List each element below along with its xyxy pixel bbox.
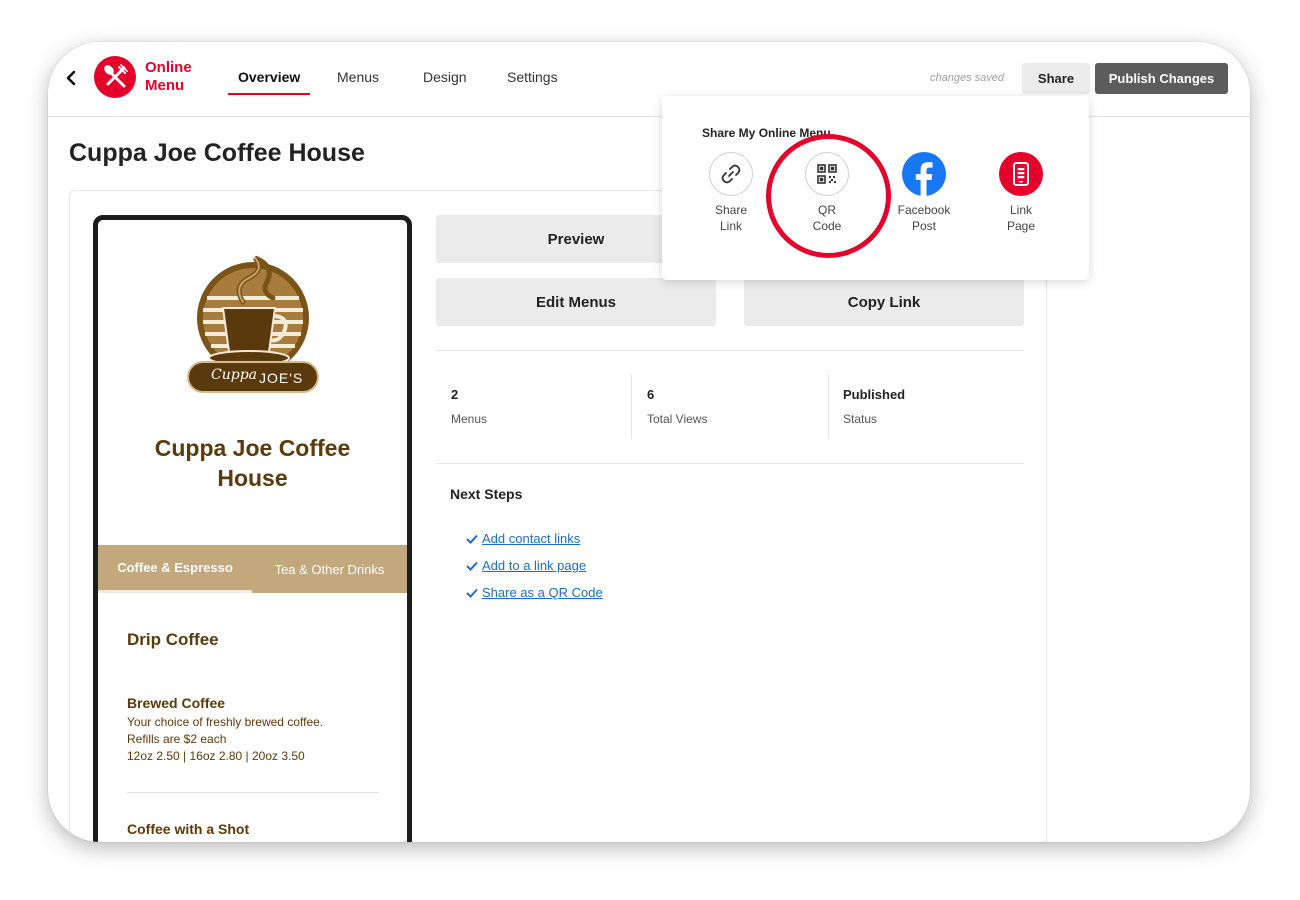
next-steps-title: Next Steps bbox=[450, 486, 523, 502]
link-page-option[interactable]: Link Page bbox=[979, 152, 1063, 234]
menu-item-desc-line: Your choice of freshly brewed coffee. bbox=[127, 715, 324, 729]
menu-section-title: Drip Coffee bbox=[127, 630, 219, 649]
qr-code-icon bbox=[805, 152, 849, 196]
logo-text-joes: JOE'S bbox=[259, 370, 304, 386]
tab-settings[interactable]: Settings bbox=[507, 69, 558, 85]
menu-item-name: Brewed Coffee bbox=[127, 695, 226, 711]
next-step-item: Add contact links bbox=[466, 531, 580, 546]
back-chevron-icon[interactable] bbox=[62, 66, 80, 90]
stat-status-value: Published bbox=[843, 387, 906, 402]
brand-line-1: Online bbox=[145, 59, 192, 76]
add-to-link-page-link[interactable]: Add to a link page bbox=[482, 558, 586, 573]
online-menu-logo-icon bbox=[94, 56, 136, 98]
add-contact-links-link[interactable]: Add contact links bbox=[482, 531, 580, 546]
facebook-icon bbox=[902, 152, 946, 196]
stat-separator bbox=[631, 374, 632, 439]
stat-views-label: Total Views bbox=[647, 412, 708, 426]
share-link-label-1: Share bbox=[714, 203, 748, 217]
section-divider bbox=[436, 463, 1024, 464]
menu-item-divider bbox=[127, 792, 379, 793]
facebook-post-label-1: Facebook bbox=[897, 203, 951, 217]
restaurant-name: Cuppa Joe Coffee House bbox=[154, 435, 351, 491]
share-as-qr-code-link[interactable]: Share as a QR Code bbox=[482, 585, 603, 600]
save-status: changes saved bbox=[930, 72, 1004, 84]
menu-item-prices: 12oz 2.50 | 16oz 2.80 | 20oz 3.50 bbox=[127, 749, 305, 763]
stat-status-label: Status bbox=[843, 412, 878, 426]
active-tab-indicator bbox=[228, 93, 310, 95]
share-button[interactable]: Share bbox=[1022, 63, 1090, 94]
tab-design[interactable]: Design bbox=[423, 69, 467, 85]
page-title: Cuppa Joe Coffee House bbox=[69, 139, 365, 167]
checkmark-icon bbox=[466, 588, 478, 598]
publish-changes-button[interactable]: Publish Changes bbox=[1095, 63, 1228, 94]
link-page-label-1: Link bbox=[1009, 203, 1032, 217]
stat-views-value: 6 bbox=[647, 387, 655, 402]
stat-menus-value: 2 bbox=[451, 387, 459, 402]
stat-separator bbox=[828, 374, 829, 439]
qr-code-label-1: QR bbox=[818, 203, 836, 217]
category-tab-coffee-espresso[interactable]: Coffee & Espresso bbox=[98, 545, 252, 593]
section-divider bbox=[436, 350, 1024, 351]
copy-link-button[interactable]: Copy Link bbox=[744, 278, 1024, 326]
tab-menus[interactable]: Menus bbox=[337, 69, 379, 85]
link-page-label-2: Page bbox=[1006, 219, 1036, 233]
qr-code-option[interactable]: QR Code bbox=[785, 152, 869, 234]
share-link-label-2: Link bbox=[719, 219, 742, 233]
logo-text-cuppa: Cuppa bbox=[211, 367, 257, 383]
facebook-post-option[interactable]: Facebook Post bbox=[882, 152, 966, 234]
app-window: Online Menu Overview Menus Design Settin… bbox=[48, 42, 1250, 842]
tab-overview[interactable]: Overview bbox=[238, 69, 300, 85]
edit-menus-button[interactable]: Edit Menus bbox=[436, 278, 716, 326]
link-page-icon bbox=[999, 152, 1043, 196]
menu-phone-preview: Cuppa JOE'S Cuppa Joe Coffee House Coffe… bbox=[93, 215, 412, 842]
qr-code-label-2: Code bbox=[812, 219, 842, 233]
link-icon bbox=[709, 152, 753, 196]
checkmark-icon bbox=[466, 561, 478, 571]
category-tabs: Coffee & Espresso Tea & Other Drinks bbox=[98, 545, 407, 593]
next-step-item: Share as a QR Code bbox=[466, 585, 603, 600]
brand-name: Online Menu bbox=[145, 59, 192, 95]
category-tab-tea-other[interactable]: Tea & Other Drinks bbox=[252, 545, 407, 593]
facebook-post-label-2: Post bbox=[911, 219, 936, 233]
restaurant-logo: Cuppa JOE'S bbox=[183, 250, 323, 395]
menu-item-desc-line: Refills are $2 each bbox=[127, 732, 227, 746]
menu-item-description: Your choice of freshly brewed coffee. Re… bbox=[127, 714, 323, 765]
stat-menus-label: Menus bbox=[451, 412, 488, 426]
menu-item-name: Coffee with a Shot bbox=[127, 821, 250, 837]
next-step-item: Add to a link page bbox=[466, 558, 586, 573]
share-link-option[interactable]: Share Link bbox=[689, 152, 773, 234]
share-popover-title: Share My Online Menu bbox=[702, 126, 831, 140]
brand-line-2: Menu bbox=[145, 77, 185, 94]
share-popover: Share My Online Menu Share Link QR Code … bbox=[662, 96, 1089, 280]
checkmark-icon bbox=[466, 534, 478, 544]
